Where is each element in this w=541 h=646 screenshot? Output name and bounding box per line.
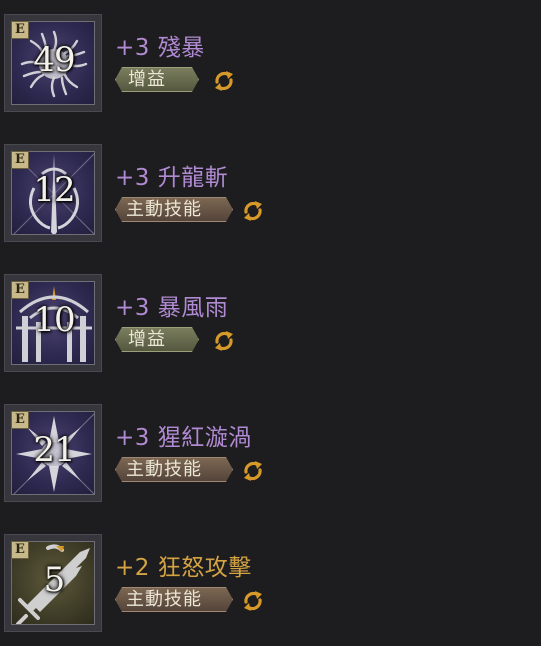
skill-rank: 12	[33, 170, 75, 210]
refresh-icon[interactable]	[211, 68, 237, 94]
skill-row-brutality[interactable]: 49 E +3 殘暴 增益	[4, 14, 534, 114]
skill-title: +3 升龍斬	[115, 165, 229, 191]
skill-row-rising-dragon[interactable]: 12 E +3 升龍斬 主動技能	[4, 144, 534, 244]
skill-icon-frame[interactable]: 49 E	[4, 14, 102, 112]
equipped-badge: E	[11, 21, 29, 39]
equipped-badge: E	[11, 151, 29, 169]
refresh-icon[interactable]	[240, 458, 266, 484]
skill-row-frenzy-strike[interactable]: 5 E +2 狂怒攻擊 主動技能	[4, 534, 534, 634]
skill-icon-frame[interactable]: 10 E	[4, 274, 102, 372]
skill-type-tag: 增益	[115, 327, 199, 352]
refresh-icon[interactable]	[240, 588, 266, 614]
skill-title: +3 猩紅漩渦	[115, 425, 252, 451]
equipped-badge: E	[11, 411, 29, 429]
refresh-icon[interactable]	[211, 328, 237, 354]
skill-type-tag: 增益	[115, 67, 199, 92]
skill-rank: 5	[43, 560, 66, 600]
skill-row-storm[interactable]: 10 E +3 暴風雨 增益	[4, 274, 534, 374]
skill-type-tag: 主動技能	[115, 587, 233, 612]
skill-row-crimson-vortex[interactable]: 21 E +3 猩紅漩渦 主動技能	[4, 404, 534, 504]
skill-rank: 10	[33, 300, 75, 340]
skill-icon-frame[interactable]: 12 E	[4, 144, 102, 242]
refresh-icon[interactable]	[240, 198, 266, 224]
skill-title: +3 殘暴	[115, 35, 205, 61]
skill-type-tag: 主動技能	[115, 457, 233, 482]
skill-type-tag: 主動技能	[115, 197, 233, 222]
skill-icon-frame[interactable]: 5 E	[4, 534, 102, 632]
skill-title: +3 暴風雨	[115, 295, 229, 321]
skill-rank: 49	[33, 40, 75, 80]
equipped-badge: E	[11, 281, 29, 299]
skill-title: +2 狂怒攻擊	[115, 555, 252, 581]
skill-icon-frame[interactable]: 21 E	[4, 404, 102, 502]
equipped-badge: E	[11, 541, 29, 559]
skill-rank: 21	[33, 430, 75, 470]
